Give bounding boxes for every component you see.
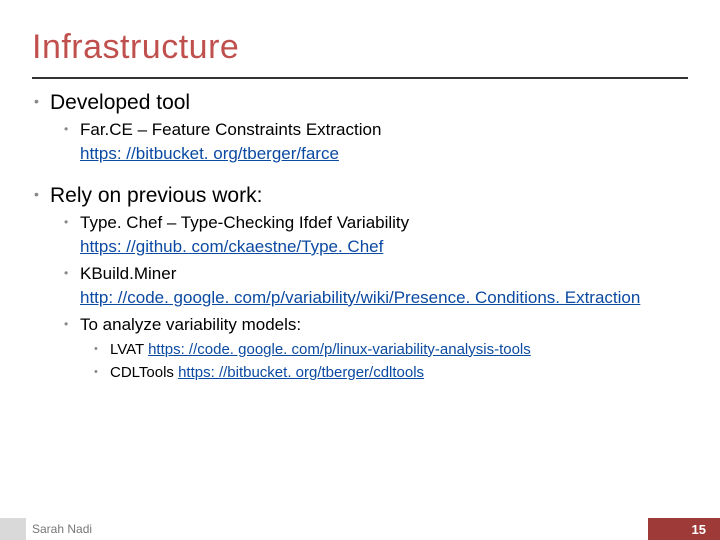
- analyze-models-text: To analyze variability models:: [80, 315, 301, 334]
- bullet-analyze-models: To analyze variability models:: [32, 314, 688, 337]
- slide-title: Infrastructure: [32, 28, 688, 67]
- farce-text: Far.CE – Feature Constraints Extraction: [80, 120, 381, 139]
- page-number: 15: [692, 522, 706, 537]
- bullet-rely-previous: Rely on previous work:: [32, 184, 688, 208]
- lvat-label: LVAT: [110, 341, 148, 358]
- slide: Infrastructure Developed tool Far.CE – F…: [0, 0, 720, 540]
- typechef-text: Type. Chef – Type-Checking Ifdef Variabi…: [80, 213, 409, 232]
- kbuildminer-link[interactable]: http: //code. google. com/p/variability/…: [80, 287, 688, 310]
- bullet-lvat: LVAT https: //code. google. com/p/linux-…: [32, 340, 688, 360]
- kbuildminer-text: KBuild.Miner: [80, 264, 176, 283]
- bullet-farce: Far.CE – Feature Constraints Extraction …: [32, 119, 688, 166]
- typechef-link[interactable]: https: //github. com/ckaestne/Type. Chef: [80, 236, 688, 259]
- footer-accent-left: [0, 518, 26, 540]
- footer-author: Sarah Nadi: [32, 522, 92, 536]
- cdltools-label: CDLTools: [110, 364, 178, 381]
- farce-link[interactable]: https: //bitbucket. org/tberger/farce: [80, 143, 688, 166]
- bullet-developed-tool: Developed tool: [32, 91, 688, 115]
- cdltools-link[interactable]: https: //bitbucket. org/tberger/cdltools: [178, 364, 424, 381]
- bullet-cdltools: CDLTools https: //bitbucket. org/tberger…: [32, 363, 688, 383]
- lvat-link[interactable]: https: //code. google. com/p/linux-varia…: [148, 341, 531, 358]
- bullet-kbuildminer: KBuild.Miner http: //code. google. com/p…: [32, 263, 688, 310]
- bullet-typechef: Type. Chef – Type-Checking Ifdef Variabi…: [32, 212, 688, 259]
- title-rule: [32, 77, 688, 79]
- footer: Sarah Nadi 15: [0, 514, 720, 540]
- footer-accent-right: [648, 518, 720, 540]
